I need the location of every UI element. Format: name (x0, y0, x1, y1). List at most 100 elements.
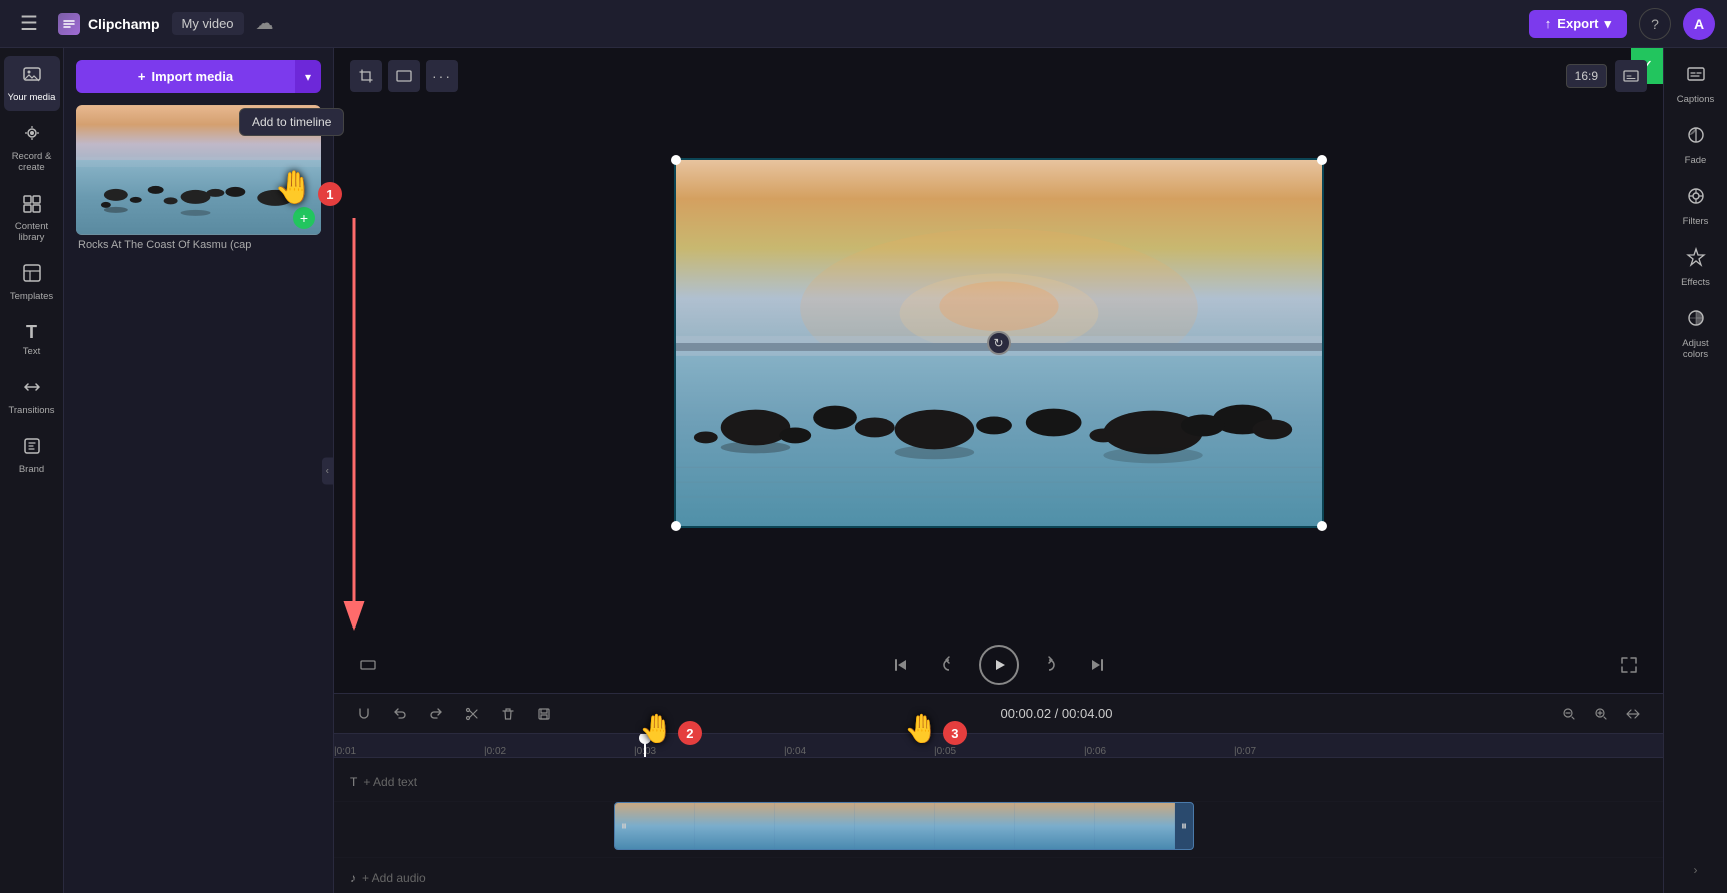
templates-icon (22, 263, 42, 288)
sidebar-item-your-media[interactable]: Your media (4, 56, 60, 111)
film-frame (935, 803, 1015, 849)
right-sidebar-collapse[interactable]: › (1686, 855, 1706, 885)
help-button[interactable]: ? (1639, 8, 1671, 40)
zoom-out-button[interactable] (1555, 700, 1583, 728)
mute-button[interactable] (350, 647, 386, 683)
zoom-in-button[interactable] (1587, 700, 1615, 728)
playback-controls-row (334, 637, 1663, 693)
skip-forward-button[interactable] (1079, 647, 1115, 683)
film-frames (615, 803, 1193, 849)
video-canvas[interactable]: ↻ (674, 158, 1324, 528)
export-label: Export (1557, 16, 1598, 31)
video-clip[interactable]: ⏸ (614, 802, 1194, 850)
import-dropdown-button[interactable]: ▾ (295, 60, 321, 93)
ruler-mark: |0:04 (784, 746, 806, 757)
save-tool[interactable] (530, 700, 558, 728)
forward-button[interactable] (1031, 647, 1067, 683)
rotate-handle[interactable]: ↻ (987, 331, 1011, 355)
timeline-tracks: T + Add text ⏸ (334, 758, 1663, 893)
sidebar-item-fade[interactable]: Fade (1668, 117, 1724, 174)
app-logo: Clipchamp (58, 13, 160, 35)
sidebar-item-label: Transitions (8, 405, 54, 416)
ruler-mark: |0:07 (1234, 746, 1256, 757)
left-sidebar: Your media Record & create (0, 48, 64, 893)
playhead-top (639, 734, 651, 744)
add-to-timeline-tooltip: Add to timeline (239, 108, 344, 136)
media-item[interactable]: + Rocks At The Coast Of Kasmu (cap (76, 105, 321, 881)
sidebar-item-label: Your media (8, 92, 56, 103)
add-audio-button[interactable]: + Add audio (362, 871, 426, 885)
add-text-button[interactable]: + Add text (363, 775, 417, 789)
add-to-timeline-button[interactable]: + (293, 207, 315, 229)
expand-timeline-button[interactable] (1619, 700, 1647, 728)
video-title[interactable]: My video (172, 12, 244, 35)
timeline-toolbar: 00:00.02 / 00:04.00 (334, 694, 1663, 734)
skip-back-button[interactable] (883, 647, 919, 683)
film-frame (775, 803, 855, 849)
sidebar-item-adjust-colors[interactable]: Adjust colors (1668, 300, 1724, 368)
timeline-time-display: 00:00.02 / 00:04.00 (566, 706, 1547, 721)
text-track-content (614, 762, 1663, 801)
menu-icon[interactable]: ☰ (12, 3, 46, 44)
ruler-mark: |0:02 (484, 746, 506, 757)
captions-label: Captions (1677, 94, 1715, 105)
record-icon (22, 123, 42, 148)
video-track: ⏸ (334, 802, 1663, 858)
undo-button[interactable] (386, 700, 414, 728)
sidebar-item-record[interactable]: Record & create (4, 115, 60, 181)
preview-right-tools: 16:9 (1566, 60, 1647, 92)
ruler-mark: |0:06 (1084, 746, 1106, 757)
text-icon: T (26, 322, 37, 343)
avatar-initial: A (1694, 16, 1704, 32)
import-icon: + (138, 69, 146, 84)
brand-kit-icon (22, 436, 42, 461)
crop-tool[interactable] (350, 60, 382, 92)
handle-tr[interactable] (1317, 155, 1327, 165)
import-media-button[interactable]: + Import media (76, 60, 295, 93)
user-avatar[interactable]: A (1683, 8, 1715, 40)
sidebar-item-captions[interactable]: Captions (1668, 56, 1724, 113)
filters-icon (1686, 186, 1706, 211)
aspect-ratio-badge: 16:9 (1566, 64, 1607, 88)
fullscreen-button[interactable] (1611, 647, 1647, 683)
video-track-content[interactable]: ⏸ (614, 802, 1663, 857)
cut-tool[interactable] (458, 700, 486, 728)
handle-bl[interactable] (671, 521, 681, 531)
aspect-ratio-tool[interactable] (388, 60, 420, 92)
sidebar-item-content-library[interactable]: Content library (4, 185, 60, 251)
handle-br[interactable] (1317, 521, 1327, 531)
sidebar-item-filters[interactable]: Filters (1668, 178, 1724, 235)
transitions-icon (22, 377, 42, 402)
media-caption: Rocks At The Coast Of Kasmu (cap (76, 239, 321, 251)
content-library-icon (22, 193, 42, 218)
sidebar-item-text[interactable]: T Text (4, 314, 60, 365)
playhead-line (644, 734, 646, 757)
right-sidebar: Captions Fade Filters (1663, 48, 1727, 893)
topbar: ☰ Clipchamp My video ☁ ↑ Export ▾ ? A (0, 0, 1727, 48)
rewind-button[interactable] (931, 647, 967, 683)
redo-button[interactable] (422, 700, 450, 728)
sidebar-item-label: Text (23, 346, 40, 357)
sidebar-item-transitions[interactable]: Transitions (4, 369, 60, 424)
text-track-icon: T (350, 775, 357, 789)
captions-button[interactable] (1615, 60, 1647, 92)
sidebar-item-effects[interactable]: Effects (1668, 239, 1724, 296)
cloud-icon: ☁ (256, 13, 274, 34)
preview-tools: ··· (350, 60, 458, 92)
magnet-tool[interactable] (350, 700, 378, 728)
export-button[interactable]: ↑ Export ▾ (1529, 10, 1627, 38)
film-frame (1015, 803, 1095, 849)
more-options-tool[interactable]: ··· (426, 60, 458, 92)
timeline-zoom-controls (1555, 700, 1647, 728)
panel-collapse-button[interactable]: ‹ (322, 457, 333, 484)
app-name: Clipchamp (88, 16, 160, 32)
media-grid: + Rocks At The Coast Of Kasmu (cap (64, 93, 333, 893)
sidebar-item-brand-kit[interactable]: Brand (4, 428, 60, 483)
sidebar-item-templates[interactable]: Templates (4, 255, 60, 310)
track-end-icon: ⏸ (1181, 819, 1187, 834)
delete-tool[interactable] (494, 700, 522, 728)
film-frame (855, 803, 935, 849)
main-area: Your media Record & create (0, 48, 1727, 893)
handle-tl[interactable] (671, 155, 681, 165)
play-button[interactable] (979, 645, 1019, 685)
